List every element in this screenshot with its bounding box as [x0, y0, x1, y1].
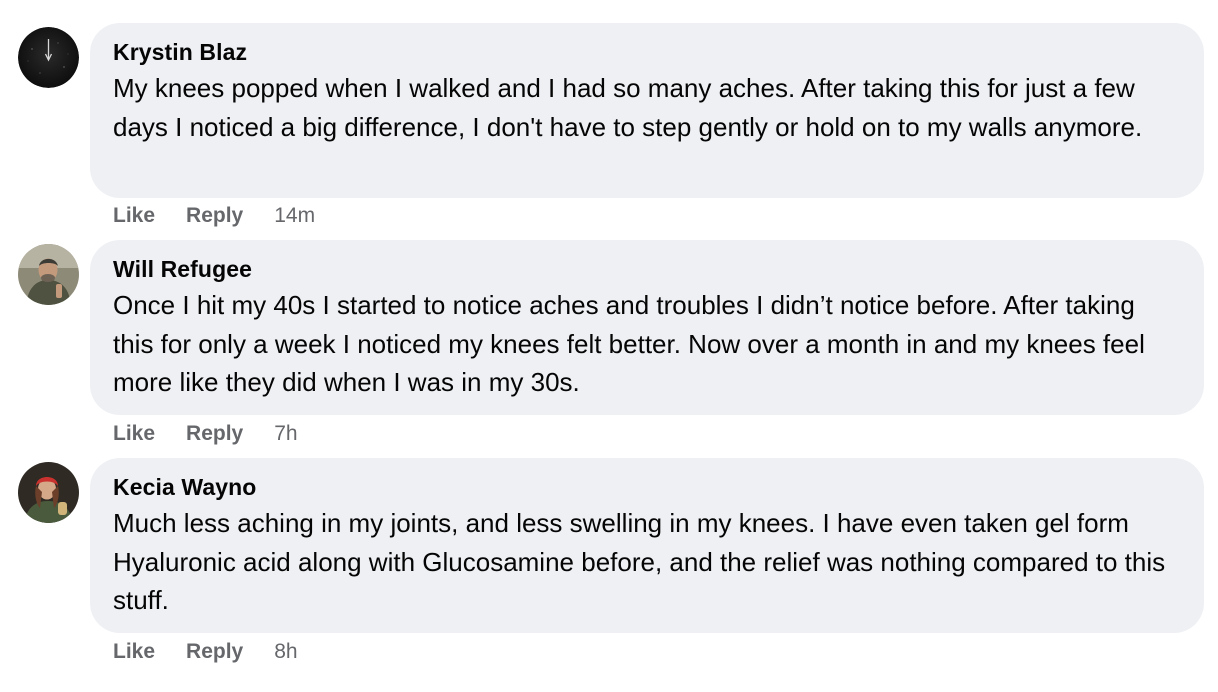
comment-bubble: Kecia Wayno Much less aching in my joint…: [90, 458, 1204, 633]
comment-actions: Like Reply 7h: [113, 422, 298, 446]
comment-timestamp[interactable]: 8h: [274, 640, 297, 664]
comment-actions: Like Reply 14m: [113, 204, 315, 228]
like-button[interactable]: Like: [113, 640, 155, 664]
avatar[interactable]: [18, 244, 79, 305]
avatar-woman-image: [18, 462, 79, 523]
comment-author[interactable]: Krystin Blaz: [113, 39, 1180, 65]
reply-button[interactable]: Reply: [186, 204, 243, 228]
avatar[interactable]: [18, 462, 79, 523]
comment-bubble: Will Refugee Once I hit my 40s I started…: [90, 240, 1204, 415]
comment-author[interactable]: Kecia Wayno: [113, 474, 1180, 500]
avatar[interactable]: [18, 27, 79, 88]
like-button[interactable]: Like: [113, 204, 155, 228]
like-button[interactable]: Like: [113, 422, 155, 446]
reply-button[interactable]: Reply: [186, 422, 243, 446]
comment-text: My knees popped when I walked and I had …: [113, 73, 1143, 142]
comment-text: Once I hit my 40s I started to notice ac…: [113, 290, 1145, 397]
avatar-man-image: [18, 244, 79, 305]
comment-bubble: Krystin Blaz My knees popped when I walk…: [90, 23, 1204, 198]
comment-actions: Like Reply 8h: [113, 640, 298, 664]
comment-author[interactable]: Will Refugee: [113, 256, 1180, 282]
comment-text: Much less aching in my joints, and less …: [113, 508, 1166, 615]
comment-timestamp[interactable]: 7h: [274, 422, 297, 446]
comment-timestamp[interactable]: 14m: [274, 204, 315, 228]
reply-button[interactable]: Reply: [186, 640, 243, 664]
avatar-clock-image: [18, 27, 79, 88]
